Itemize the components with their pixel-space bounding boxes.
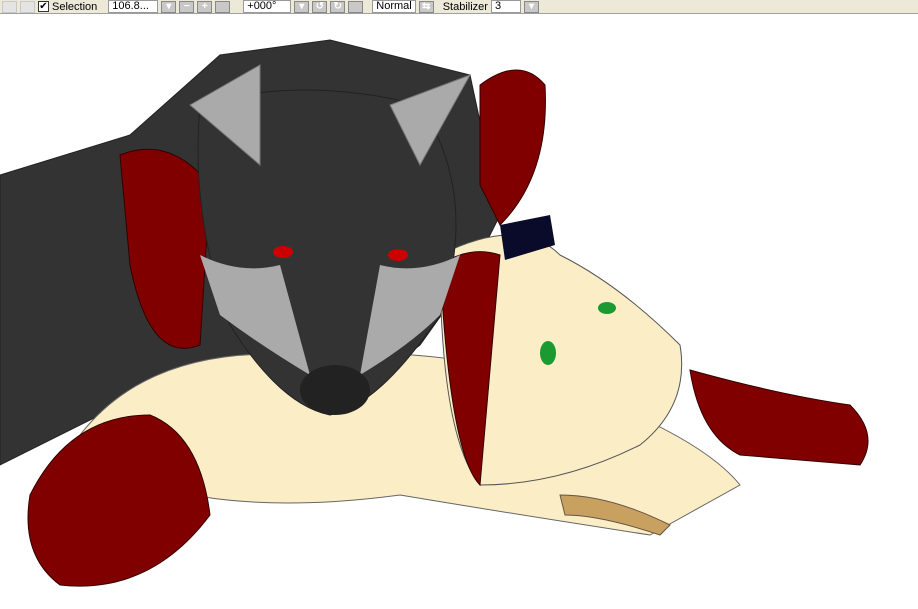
deselect-icon[interactable] xyxy=(2,0,17,13)
toolbar: ✔ Selection 106.8... ▾ − + +000° ▾ ↺ ↻ N… xyxy=(0,0,918,14)
stabilizer-field[interactable]: 3 xyxy=(490,0,521,13)
rotation-dropdown-icon[interactable]: ▾ xyxy=(294,0,310,13)
zoom-out-button[interactable]: − xyxy=(179,0,195,13)
stabilizer-dropdown-icon[interactable]: ▾ xyxy=(523,0,539,13)
rotation-reset-button[interactable] xyxy=(348,0,364,13)
zoom-field[interactable]: 106.8... xyxy=(108,0,159,13)
drawing-canvas[interactable] xyxy=(0,15,918,606)
zoom-reset-button[interactable] xyxy=(215,0,231,13)
zoom-dropdown-icon[interactable]: ▾ xyxy=(161,0,177,13)
artwork-wolves xyxy=(0,39,869,587)
zoom-in-button[interactable]: + xyxy=(197,0,213,13)
invert-selection-icon[interactable] xyxy=(20,0,35,13)
stabilizer-label: Stabilizer xyxy=(442,0,488,13)
flip-horizontal-button[interactable]: ⇆ xyxy=(418,0,434,13)
selection-checkbox[interactable]: ✔ xyxy=(38,1,49,12)
rotate-cw-button[interactable]: ↻ xyxy=(330,0,346,13)
blend-mode-select[interactable]: Normal xyxy=(372,0,416,13)
selection-label: Selection xyxy=(52,0,98,13)
rotation-field[interactable]: +000° xyxy=(243,0,292,13)
rotate-ccw-button[interactable]: ↺ xyxy=(312,0,328,13)
